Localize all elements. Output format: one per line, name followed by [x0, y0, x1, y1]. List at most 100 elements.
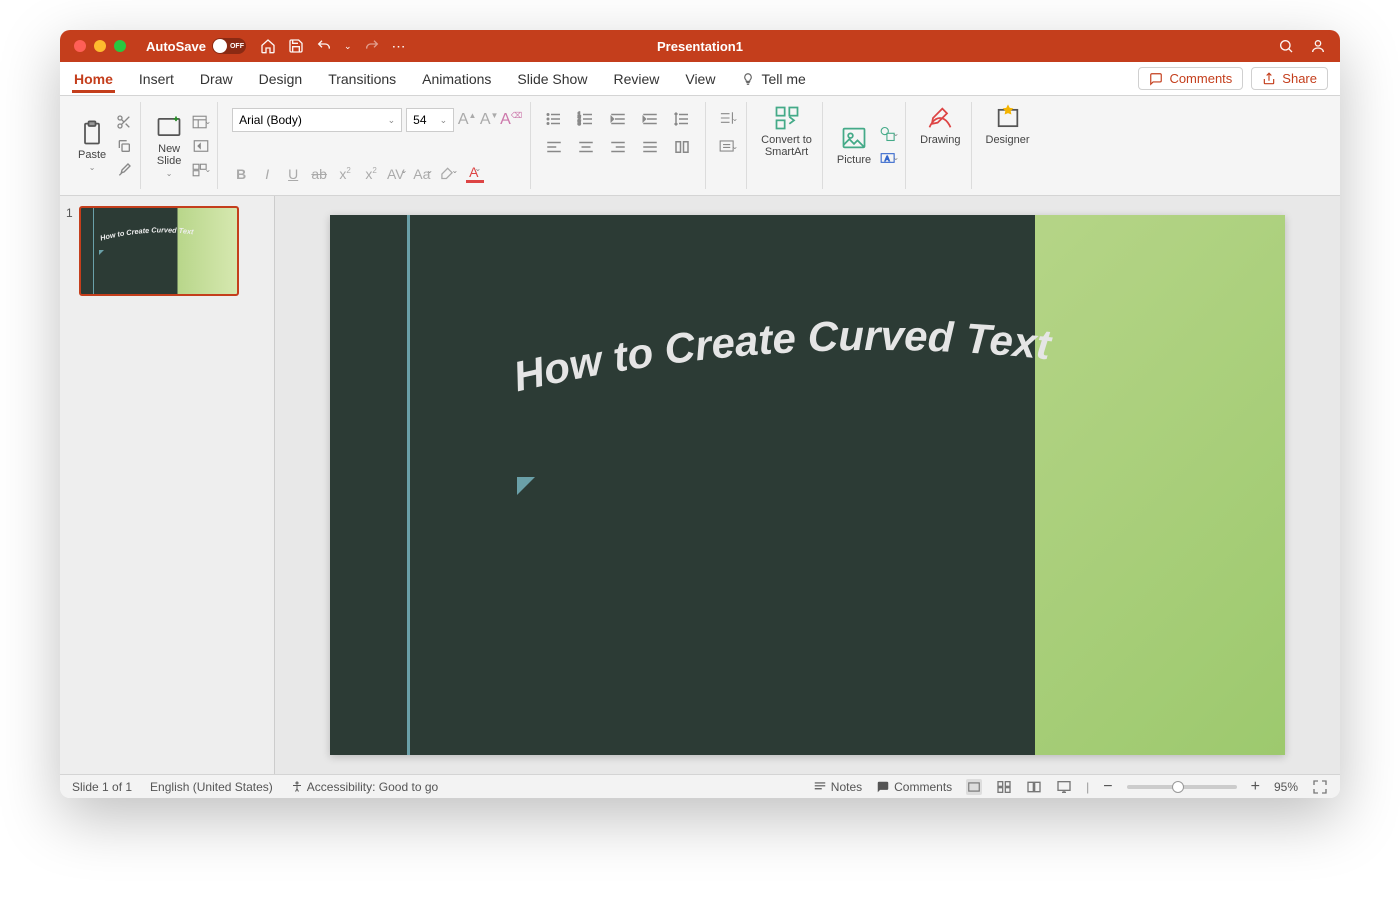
- share-button[interactable]: Share: [1251, 67, 1328, 90]
- font-name-select[interactable]: Arial (Body)⌄: [232, 108, 402, 132]
- drawing-button[interactable]: Drawing: [916, 102, 964, 148]
- comments-toggle[interactable]: Comments: [876, 780, 952, 794]
- reset-button[interactable]: [191, 136, 211, 156]
- slide-sorter-button[interactable]: [996, 779, 1012, 795]
- new-slide-button[interactable]: New Slide ⌄: [151, 111, 187, 180]
- minimize-window-button[interactable]: [94, 40, 106, 52]
- subscript-button[interactable]: x2: [362, 166, 380, 182]
- svg-text:How to Create Curved Text: How to Create Curved Text: [99, 226, 194, 243]
- close-window-button[interactable]: [74, 40, 86, 52]
- autosave-control[interactable]: AutoSave OFF: [146, 38, 246, 54]
- slide-canvas-area[interactable]: How to Create Curved Text: [275, 196, 1340, 774]
- format-painter-button[interactable]: [114, 160, 134, 180]
- reading-view-button[interactable]: [1026, 779, 1042, 795]
- statusbar: Slide 1 of 1 English (United States) Acc…: [60, 774, 1340, 798]
- tab-animations[interactable]: Animations: [420, 65, 493, 93]
- increase-indent-button[interactable]: [641, 110, 659, 128]
- bold-button[interactable]: B: [232, 166, 250, 182]
- subtitle-marker-icon[interactable]: [517, 477, 535, 495]
- strikethrough-button[interactable]: ab: [310, 166, 328, 182]
- quick-access-toolbar: ⌄ ⋯: [260, 38, 407, 55]
- curved-text-title[interactable]: How to Create Curved Text: [490, 315, 1265, 425]
- decrease-indent-button[interactable]: [609, 110, 627, 128]
- tab-design[interactable]: Design: [257, 65, 305, 93]
- font-size-select[interactable]: 54⌄: [406, 108, 454, 132]
- account-icon[interactable]: [1310, 38, 1326, 54]
- more-commands-icon[interactable]: ⋯: [392, 38, 407, 55]
- layout-button[interactable]: ⌄: [191, 112, 211, 132]
- slideshow-button[interactable]: [1056, 779, 1072, 795]
- picture-button[interactable]: Picture: [833, 122, 875, 168]
- language-status[interactable]: English (United States): [150, 780, 273, 794]
- text-box-button[interactable]: A⌄: [879, 148, 899, 168]
- zoom-in-button[interactable]: +: [1251, 778, 1260, 796]
- save-icon[interactable]: [288, 38, 304, 54]
- ribbon-tabs: Home Insert Draw Design Transitions Anim…: [60, 62, 1340, 96]
- change-case-button[interactable]: Aa⌄: [414, 166, 432, 182]
- app-window: AutoSave OFF ⌄ ⋯ Presentation1 Home Inse…: [60, 30, 1340, 798]
- align-center-button[interactable]: [577, 138, 595, 156]
- fit-to-window-button[interactable]: [1312, 779, 1328, 795]
- justify-button[interactable]: [641, 138, 659, 156]
- increase-font-button[interactable]: A▲: [458, 111, 476, 129]
- tab-draw[interactable]: Draw: [198, 65, 235, 93]
- columns-button[interactable]: [673, 138, 691, 156]
- accessibility-icon: [291, 781, 303, 793]
- decrease-font-button[interactable]: A▼: [480, 111, 498, 129]
- zoom-slider[interactable]: [1127, 785, 1237, 789]
- tab-transitions[interactable]: Transitions: [326, 65, 398, 93]
- slide-thumbnail-1[interactable]: How to Create Curved Text: [79, 206, 239, 296]
- numbering-button[interactable]: 123: [577, 110, 595, 128]
- copy-button[interactable]: [114, 136, 134, 156]
- zoom-out-button[interactable]: −: [1103, 778, 1112, 796]
- cut-button[interactable]: [114, 112, 134, 132]
- slide-counter[interactable]: Slide 1 of 1: [72, 780, 132, 794]
- normal-view-button[interactable]: [966, 779, 982, 795]
- redo-icon[interactable]: [364, 38, 380, 54]
- tab-slide-show[interactable]: Slide Show: [515, 65, 589, 93]
- tab-review[interactable]: Review: [611, 65, 661, 93]
- workspace: 1 How to Create Curved Text How to Crea: [60, 196, 1340, 774]
- tab-insert[interactable]: Insert: [137, 65, 176, 93]
- superscript-button[interactable]: x2: [336, 166, 354, 182]
- comments-button[interactable]: Comments: [1138, 67, 1243, 90]
- slide-thumbnails-panel[interactable]: 1 How to Create Curved Text: [60, 196, 275, 774]
- clear-formatting-button[interactable]: A⌫: [502, 111, 520, 129]
- comment-icon: [876, 780, 890, 794]
- zoom-percent[interactable]: 95%: [1274, 780, 1298, 794]
- scissors-icon: [116, 114, 132, 130]
- slide[interactable]: How to Create Curved Text: [330, 215, 1285, 755]
- shapes-button[interactable]: ⌄: [879, 124, 899, 144]
- accessibility-status[interactable]: Accessibility: Good to go: [291, 780, 438, 794]
- drawing-icon: [926, 104, 954, 132]
- search-icon[interactable]: [1278, 38, 1294, 54]
- undo-icon[interactable]: [316, 38, 332, 54]
- align-right-button[interactable]: [609, 138, 627, 156]
- autosave-toggle[interactable]: OFF: [212, 38, 246, 54]
- tab-view[interactable]: View: [683, 65, 717, 93]
- highlight-button[interactable]: ⌄: [440, 166, 458, 182]
- character-spacing-button[interactable]: AV⌄: [388, 166, 406, 182]
- home-icon[interactable]: [260, 38, 276, 54]
- text-direction-button[interactable]: ⌄: [718, 108, 738, 128]
- line-spacing-button[interactable]: [673, 110, 691, 128]
- designer-button[interactable]: Designer: [982, 102, 1034, 148]
- slide-dark-panel: [330, 215, 1035, 755]
- group-smartart: Convert to SmartArt: [751, 102, 823, 189]
- align-text-button[interactable]: ⌄: [718, 136, 738, 156]
- tell-me[interactable]: Tell me: [739, 65, 807, 93]
- notes-toggle[interactable]: Notes: [813, 780, 862, 794]
- underline-button[interactable]: U: [284, 166, 302, 182]
- zoom-window-button[interactable]: [114, 40, 126, 52]
- convert-smartart-button[interactable]: Convert to SmartArt: [757, 102, 816, 160]
- group-paragraph: 123: [535, 102, 706, 189]
- svg-text:How to Create Curved Text: How to Create Curved Text: [509, 315, 1055, 400]
- font-color-button[interactable]: A⌄: [466, 164, 484, 183]
- undo-dropdown[interactable]: ⌄: [344, 41, 352, 52]
- italic-button[interactable]: I: [258, 166, 276, 182]
- align-left-button[interactable]: [545, 138, 563, 156]
- bullets-button[interactable]: [545, 110, 563, 128]
- paste-button[interactable]: Paste ⌄: [74, 117, 110, 174]
- section-button[interactable]: ⌄: [191, 160, 211, 180]
- tab-home[interactable]: Home: [72, 65, 115, 93]
